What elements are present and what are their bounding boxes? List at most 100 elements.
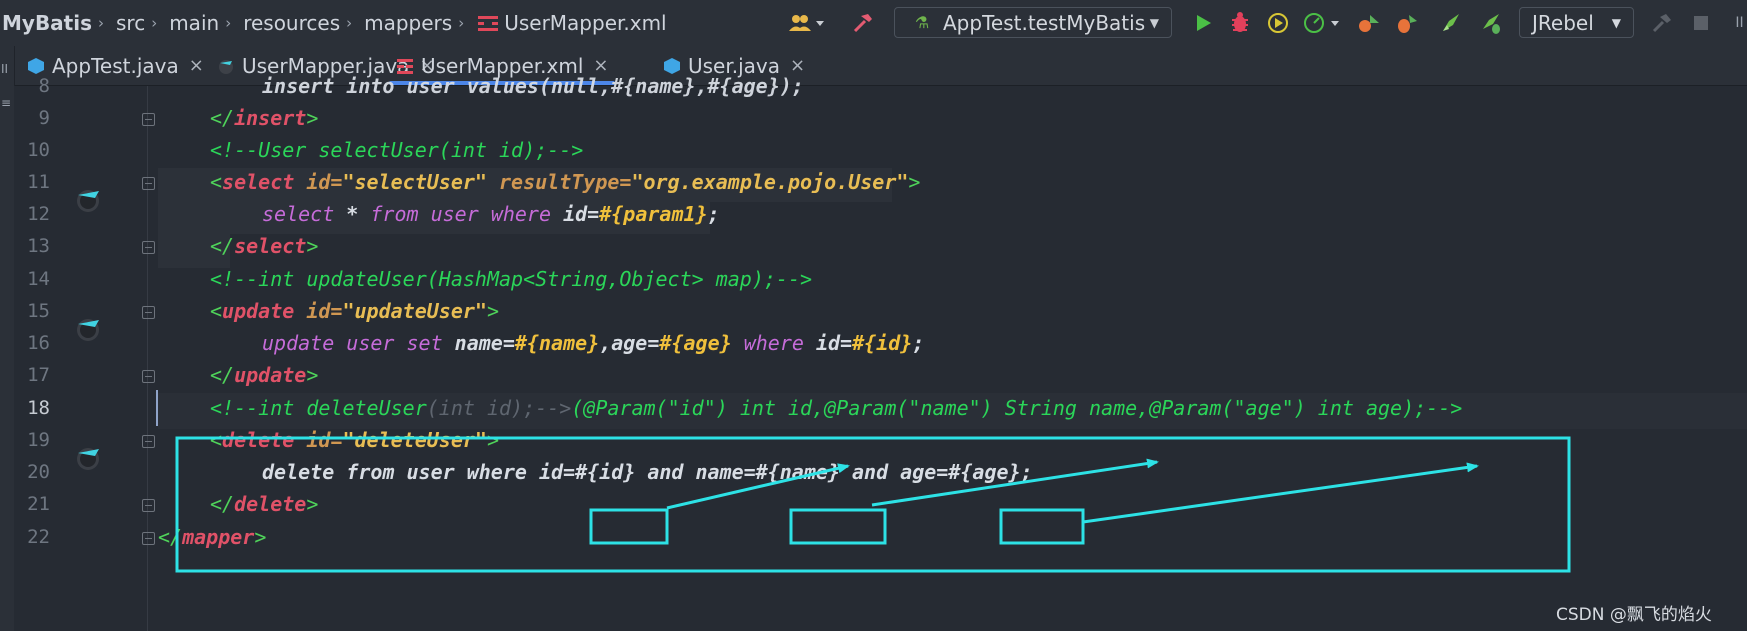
line-number: 12 xyxy=(27,203,50,225)
line-number: 22 xyxy=(27,526,50,548)
rocket-debug-icon[interactable] xyxy=(1476,0,1506,46)
fold-marker[interactable] xyxy=(142,499,155,512)
code-token: mapper xyxy=(182,525,255,549)
code-token: #{age} xyxy=(659,331,732,355)
code-line-20: delete from user where id=#{id} and name… xyxy=(158,454,1033,490)
code-token: update xyxy=(234,363,307,387)
run-configuration-select[interactable]: ⚗ AppTest.testMyBatis ▼ xyxy=(894,7,1172,38)
code-token: id= xyxy=(294,299,343,323)
chevron-right-icon: › xyxy=(98,14,104,32)
code-token: user xyxy=(346,331,395,355)
code-token: </ xyxy=(210,492,235,516)
line-number: 16 xyxy=(27,332,50,354)
code-token: ,age= xyxy=(599,331,660,355)
code-line-9: </insert> xyxy=(158,100,318,136)
line-number: 21 xyxy=(27,493,50,515)
code-token: id= xyxy=(803,331,853,355)
line-number: 19 xyxy=(27,429,50,451)
chevron-right-icon: › xyxy=(346,14,353,32)
code-token: > xyxy=(486,428,500,452)
code-token: ; xyxy=(707,202,720,226)
code-token: update xyxy=(222,299,295,323)
breadcrumb-project[interactable]: MyBatis xyxy=(0,11,98,35)
code-token: #{name} xyxy=(514,331,600,355)
stop-icon[interactable] xyxy=(1688,0,1714,46)
run-configuration-label: AppTest.testMyBatis xyxy=(943,10,1146,35)
fold-marker[interactable] xyxy=(142,177,155,190)
test-flask-icon: ⚗ xyxy=(914,13,930,32)
code-text: insert into user values(null,#{name},#{a… xyxy=(262,74,804,98)
jrebel-debug-icon[interactable] xyxy=(1354,0,1384,46)
fold-rail xyxy=(147,86,148,631)
code-token: insert xyxy=(234,106,307,130)
code-token: id= xyxy=(551,202,600,226)
chevron-right-icon: › xyxy=(151,14,158,32)
line-number-current: 18 xyxy=(27,397,50,419)
code-line-21: </delete> xyxy=(158,486,318,522)
line-number: 17 xyxy=(27,364,50,386)
caret-down-icon: ▼ xyxy=(1149,15,1159,30)
code-token: > xyxy=(306,106,319,130)
code-line-18: <!--int deleteUser(int id);-->(@Param("i… xyxy=(156,390,1462,426)
hammer-disabled-icon[interactable] xyxy=(1648,0,1676,46)
chevron-right-icon: › xyxy=(458,14,465,32)
fold-marker[interactable] xyxy=(142,370,155,383)
breadcrumb-resources[interactable]: resources xyxy=(237,11,346,35)
vcs-users-icon[interactable] xyxy=(786,0,828,46)
fold-marker[interactable] xyxy=(142,113,155,126)
code-token: update xyxy=(262,331,335,355)
mybatis-mapper-icon[interactable] xyxy=(74,186,102,214)
fold-marker[interactable] xyxy=(142,306,155,319)
code-line-15: <update id="updateUser"> xyxy=(158,293,499,329)
code-token: < xyxy=(210,299,223,323)
code-token: > xyxy=(306,363,319,387)
debug-bug-icon[interactable] xyxy=(1226,0,1254,46)
watermark: CSDN @飘飞的焰火 xyxy=(1556,605,1712,625)
code-token: where xyxy=(743,331,804,355)
code-token: #{id} xyxy=(852,331,913,355)
run-icon[interactable] xyxy=(1190,0,1216,46)
code-line-11: <select id="selectUser" resultType="org.… xyxy=(158,164,920,200)
code-token: "org.example.pojo.User" xyxy=(631,170,909,194)
fold-marker[interactable] xyxy=(142,241,155,254)
breadcrumb: MyBatis › src › main › resources › mappers › … xyxy=(0,0,673,46)
build-hammer-icon[interactable] xyxy=(848,0,878,46)
code-token: delete xyxy=(222,428,295,452)
run-with-coverage-icon[interactable] xyxy=(1264,0,1292,46)
side-tool-label[interactable]: II xyxy=(1,62,8,76)
code-token: "selectUser" xyxy=(342,170,487,194)
mybatis-mapper-icon[interactable] xyxy=(74,444,102,472)
code-token: name= xyxy=(442,331,515,355)
code-token: id= xyxy=(294,428,343,452)
jrebel-label: JRebel xyxy=(1532,10,1594,35)
chevron-right-icon: › xyxy=(225,14,232,32)
code-token: </ xyxy=(210,106,235,130)
jrebel-select[interactable]: JRebel ▼ xyxy=(1519,7,1634,38)
breadcrumb-file[interactable]: UserMapper.xml xyxy=(504,11,672,35)
side-tool-label[interactable]: ≡ xyxy=(1,96,11,110)
profiler-icon[interactable] xyxy=(1302,0,1342,46)
code-text: delete from user where id=#{id} and name… xyxy=(262,460,1033,484)
code-token: < xyxy=(210,428,223,452)
code-editor[interactable]: 8 9 10 11 12 13 14 15 16 17 18 19 20 21 … xyxy=(14,74,1747,631)
jrebel-bug-icon[interactable] xyxy=(1392,0,1422,46)
code-line-8: insert into user values(null,#{name},#{a… xyxy=(158,68,804,104)
fold-marker[interactable] xyxy=(142,532,155,545)
code-line-13: </select> xyxy=(158,228,318,264)
code-token: where xyxy=(490,202,552,226)
rocket-icon[interactable] xyxy=(1436,0,1466,46)
mybatis-mapper-icon[interactable] xyxy=(74,315,102,343)
code-token: > xyxy=(908,170,921,194)
fold-marker[interactable] xyxy=(142,435,155,448)
code-token: "deleteUser" xyxy=(342,428,487,452)
breadcrumb-src[interactable]: src xyxy=(110,11,151,35)
breadcrumb-main[interactable]: main xyxy=(163,11,225,35)
breadcrumb-mappers[interactable]: mappers xyxy=(358,11,458,35)
code-comment: <!--User selectUser(int id);--> xyxy=(210,138,584,162)
code-token: > xyxy=(306,234,319,258)
more-toolbar-icon[interactable]: ⅠⅠ xyxy=(1732,0,1747,46)
code-token: select xyxy=(262,202,335,226)
